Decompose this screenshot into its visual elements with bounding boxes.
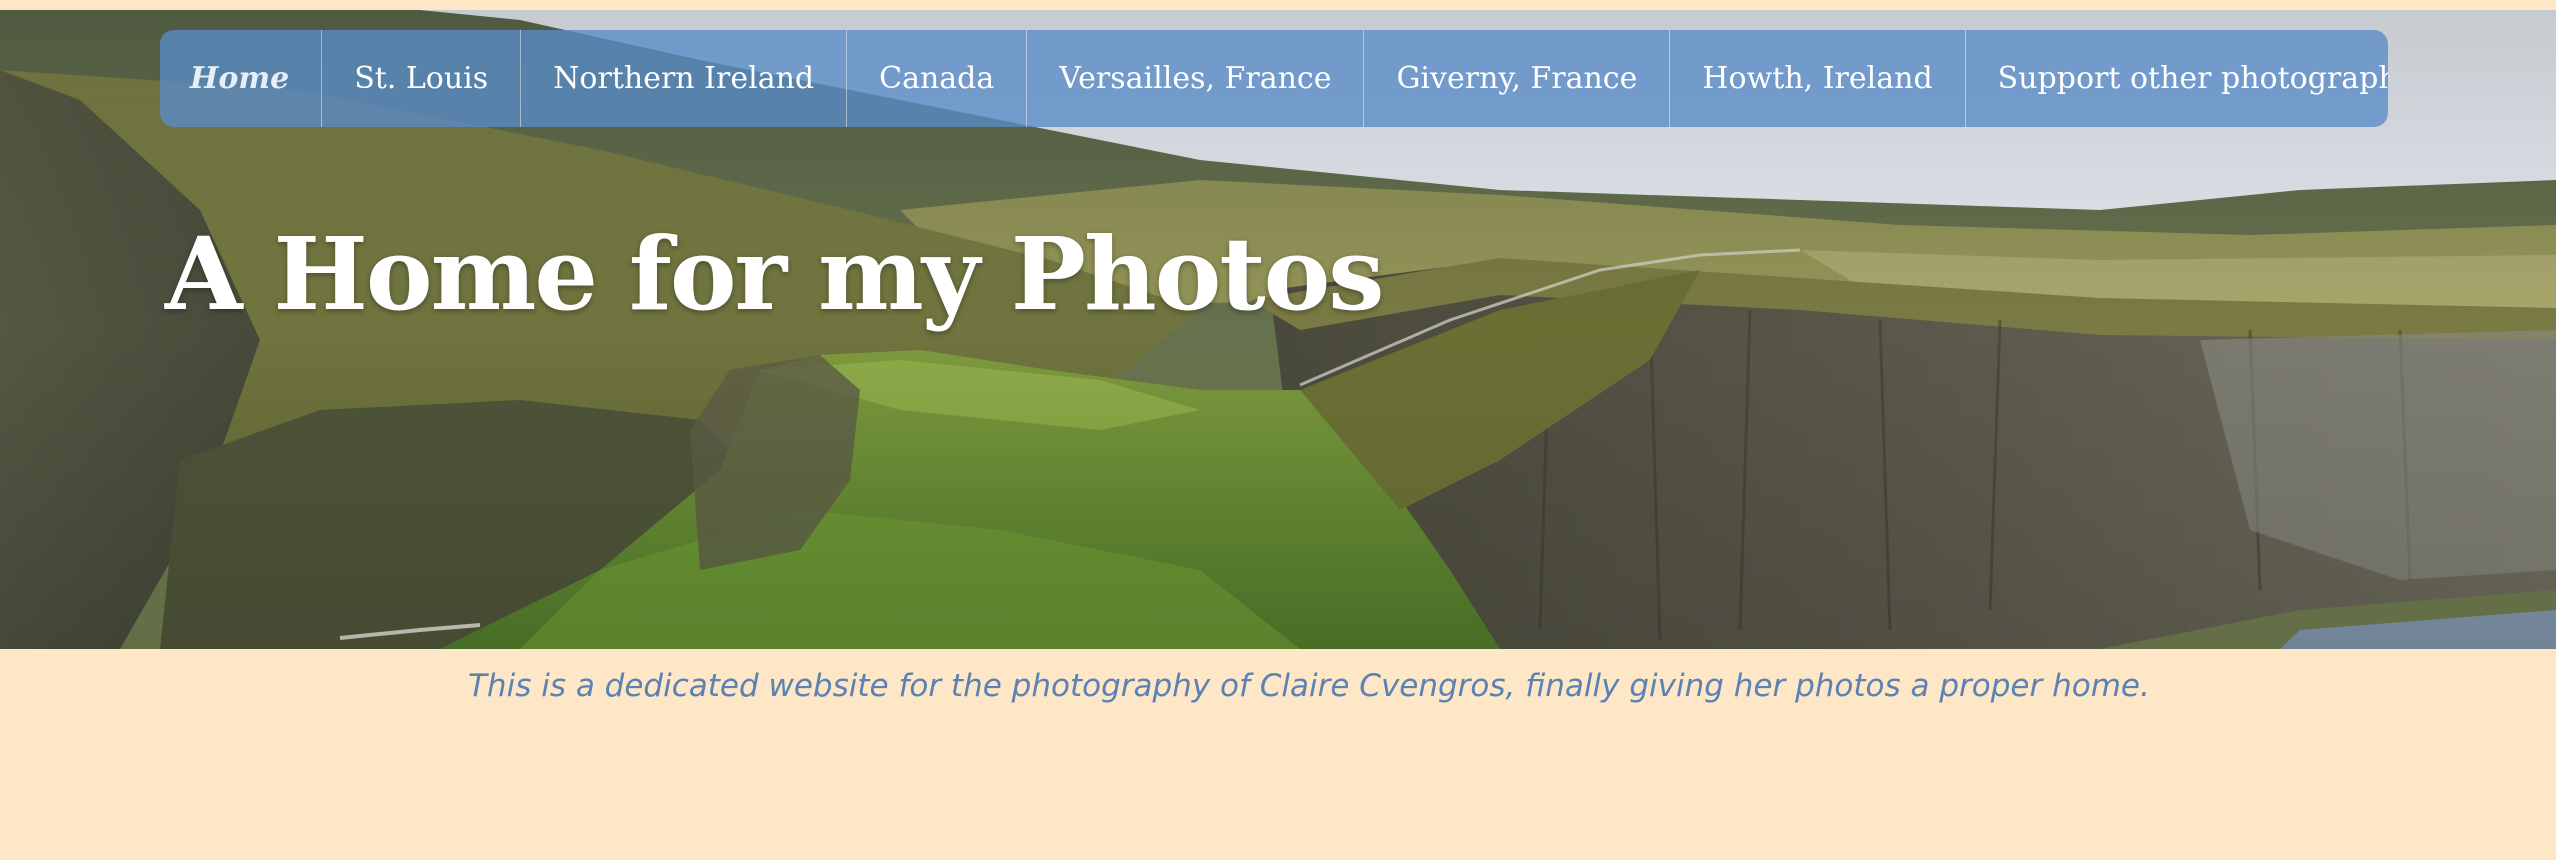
nav-item-versailles-france[interactable]: Versailles, France — [1027, 30, 1365, 127]
nav-item-home[interactable]: Home — [160, 30, 323, 127]
main-nav: Home St. Louis Northern Ireland Canada V… — [160, 30, 2388, 127]
nav-item-support-photographers[interactable]: Support other photographers! — [1966, 30, 2388, 127]
site-title: A Home for my Photos — [165, 215, 1385, 333]
nav-item-st-louis[interactable]: St. Louis — [322, 30, 522, 127]
nav-item-canada[interactable]: Canada — [847, 30, 1028, 127]
tagline-container: This is a dedicated website for the phot… — [468, 668, 2150, 704]
tagline: This is a dedicated website for the phot… — [468, 668, 2150, 704]
nav-item-giverny-france[interactable]: Giverny, France — [1364, 30, 1671, 127]
page: A Home for my Photos Home St. Louis Nort… — [0, 0, 2556, 860]
nav-item-howth-ireland[interactable]: Howth, Ireland — [1670, 30, 1966, 127]
nav-item-northern-ireland[interactable]: Northern Ireland — [521, 30, 848, 127]
